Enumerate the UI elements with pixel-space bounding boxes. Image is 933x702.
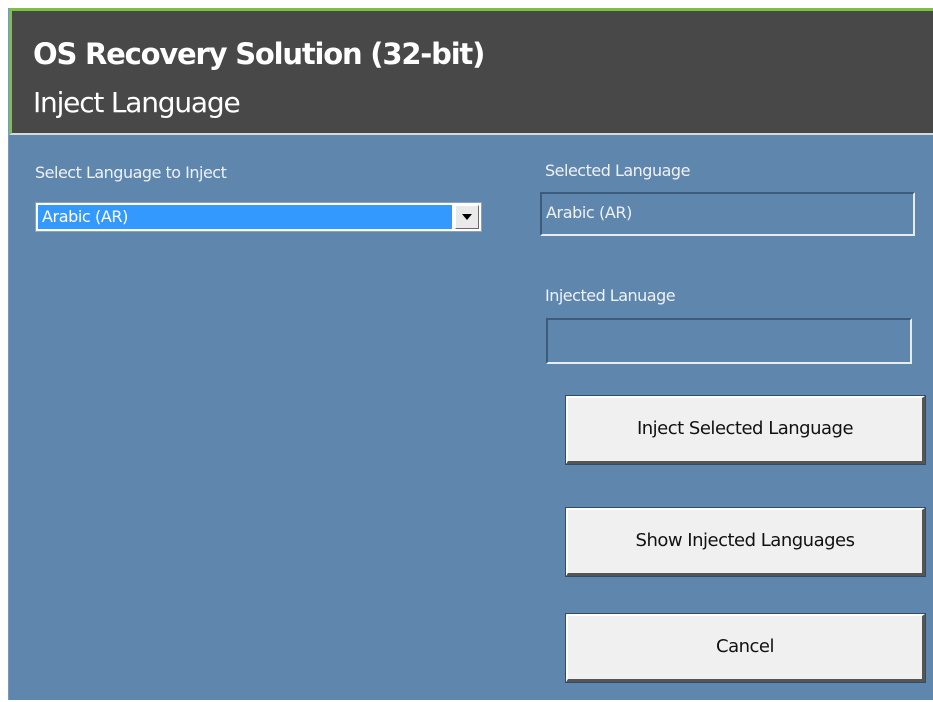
injected-language-label: Injected Lanuage — [545, 286, 676, 305]
inject-selected-language-button[interactable]: Inject Selected Language — [565, 395, 926, 465]
injected-language-field — [546, 318, 912, 364]
show-injected-languages-button[interactable]: Show Injected Languages — [565, 507, 926, 577]
chevron-down-icon — [462, 214, 472, 220]
cancel-button[interactable]: Cancel — [565, 613, 926, 683]
app-title: OS Recovery Solution (32-bit) — [33, 37, 485, 71]
page-title: Inject Language — [33, 86, 241, 119]
language-select-value: Arabic (AR) — [38, 205, 452, 229]
selected-language-field: Arabic (AR) — [540, 192, 915, 236]
dropdown-arrow-button[interactable] — [455, 205, 479, 229]
select-language-label: Select Language to Inject — [35, 163, 227, 182]
window-header: OS Recovery Solution (32-bit) Inject Lan… — [9, 8, 933, 135]
inject-language-window: OS Recovery Solution (32-bit) Inject Lan… — [8, 8, 933, 700]
selected-language-label: Selected Language — [545, 161, 690, 180]
language-select[interactable]: Arabic (AR) — [35, 202, 482, 232]
